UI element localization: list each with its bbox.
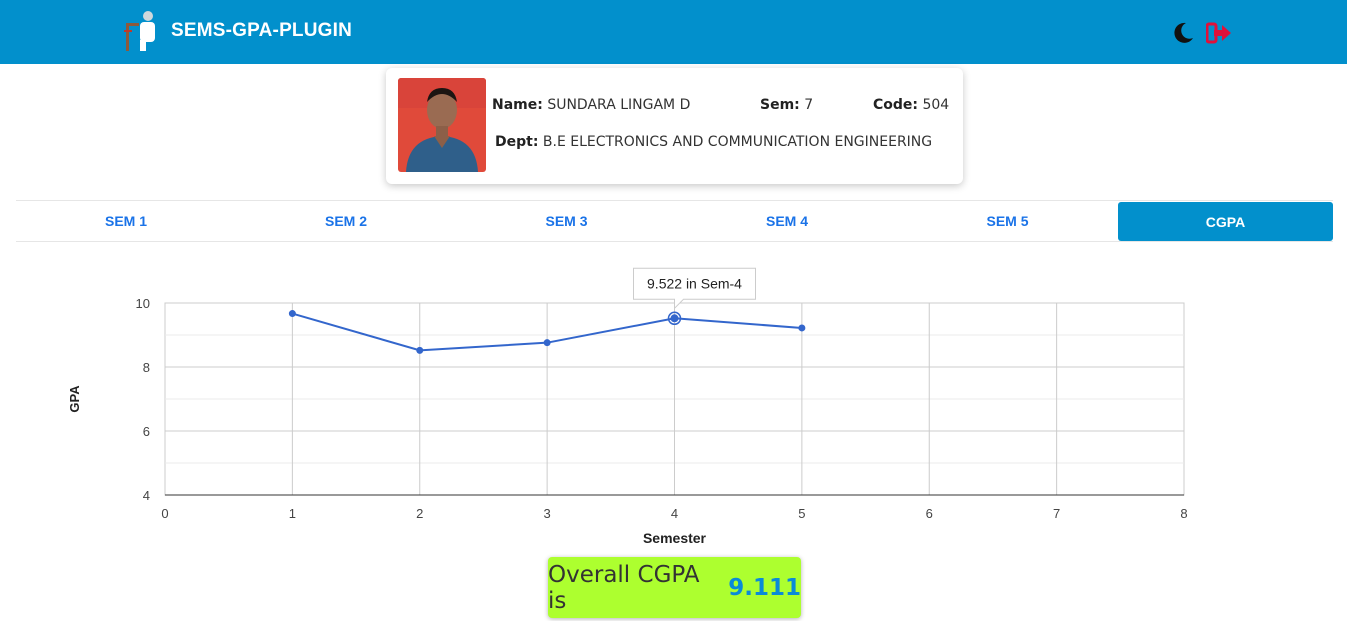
- student-department: B.E ELECTRONICS AND COMMUNICATION ENGINE…: [542, 134, 933, 150]
- cgpa-prefix: Overall CGPA is: [548, 561, 700, 614]
- semester-tabs: SEM 1 SEM 2 SEM 3 SEM 4 SEM 5 CGPA: [16, 200, 1333, 242]
- data-point: [543, 339, 551, 347]
- moon-icon[interactable]: [1170, 20, 1196, 46]
- code-row: Code: 504: [873, 97, 949, 113]
- brand[interactable]: SEMS-GPA-PLUGIN: [122, 10, 352, 52]
- x-tick-label: 8: [1180, 506, 1187, 521]
- y-tick-label: 8: [143, 360, 150, 375]
- x-tick-label: 4: [671, 506, 678, 521]
- x-tick-label: 3: [544, 506, 551, 521]
- department-row: Dept: B.E ELECTRONICS AND COMMUNICATION …: [495, 134, 932, 150]
- tab-sem-5[interactable]: SEM 5: [897, 201, 1118, 241]
- tooltip-text: 9.522 in Sem-4: [647, 275, 742, 291]
- data-point: [798, 324, 806, 332]
- semester-row: Sem: 7: [760, 97, 813, 113]
- student-name: SUNDARA LINGAM D: [547, 97, 691, 113]
- tab-sem-4[interactable]: SEM 4: [677, 201, 897, 241]
- overall-cgpa-box: Overall CGPA is 9.111: [548, 557, 801, 618]
- person-at-desk-icon: [122, 10, 160, 52]
- student-photo: [398, 78, 486, 172]
- code-label: Code:: [873, 97, 919, 113]
- dept-label: Dept:: [495, 134, 539, 150]
- x-tick-label: 1: [289, 506, 296, 521]
- sign-out-icon[interactable]: [1206, 20, 1232, 46]
- x-tick-label: 7: [1053, 506, 1060, 521]
- y-axis-title: GPA: [67, 385, 82, 413]
- x-tick-label: 2: [416, 506, 423, 521]
- y-tick-label: 10: [136, 296, 150, 311]
- tab-sem-2[interactable]: SEM 2: [236, 201, 456, 241]
- tab-sem-3[interactable]: SEM 3: [456, 201, 677, 241]
- data-point: [288, 310, 296, 318]
- gpa-line-chart: 0 1 2 3 4 5 6 7 8 4 6 8 10 Semester GPA 9.522 in Sem-4: [67, 267, 1188, 546]
- highlighted-point: [670, 314, 679, 323]
- sem-label: Sem:: [760, 97, 800, 113]
- x-tick-label: 6: [926, 506, 933, 521]
- tab-sem-1[interactable]: SEM 1: [16, 201, 236, 241]
- y-tick-label: 4: [143, 488, 150, 503]
- name-label: Name:: [492, 97, 543, 113]
- student-semester: 7: [804, 97, 814, 113]
- student-code: 504: [922, 97, 950, 113]
- student-profile-card: Name: SUNDARA LINGAM D Sem: 7 Code: 504 …: [386, 68, 963, 184]
- x-tick-label: 0: [161, 506, 168, 521]
- top-bar: SEMS-GPA-PLUGIN: [0, 0, 1347, 64]
- x-tick-label: 5: [798, 506, 805, 521]
- student-name-row: Name: SUNDARA LINGAM D: [492, 97, 690, 113]
- app-title: SEMS-GPA-PLUGIN: [171, 20, 353, 41]
- x-axis-title: Semester: [643, 530, 707, 546]
- tab-cgpa[interactable]: CGPA: [1118, 202, 1333, 241]
- cgpa-value: 9.111: [728, 574, 801, 601]
- data-point: [416, 346, 424, 354]
- y-tick-label: 6: [143, 424, 150, 439]
